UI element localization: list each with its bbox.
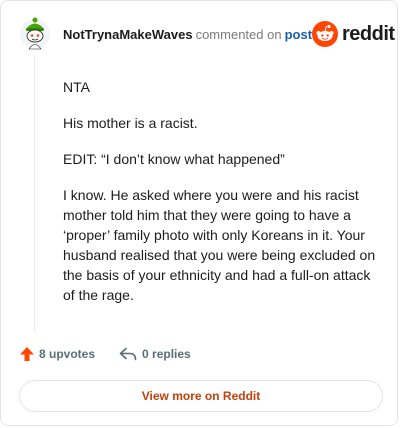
reply-count: 0 replies <box>142 347 191 361</box>
reply-arrow-icon <box>119 347 137 361</box>
reddit-wordmark: reddit <box>342 22 395 45</box>
user-avatar[interactable] <box>19 16 51 50</box>
upvote-count: 8 upvotes <box>39 347 96 361</box>
comment-paragraph: NTA <box>63 79 90 95</box>
post-link[interactable]: post <box>285 27 312 42</box>
comment-action-text: commented on <box>195 27 282 42</box>
comment-footer: 8 upvotes 0 replies <box>19 346 191 362</box>
reply-button[interactable]: 0 replies <box>119 347 191 361</box>
reddit-snoo-icon <box>312 21 338 47</box>
thread-line <box>34 55 35 331</box>
upvote-arrow-icon <box>20 347 34 361</box>
view-more-on-reddit-button[interactable]: View more on Reddit <box>19 380 383 412</box>
comment-card: NotTrynaMakeWaves commented on post reddit… <box>0 0 398 426</box>
comment-header: NotTrynaMakeWaves commented on post <box>63 27 312 43</box>
view-more-label: View more on Reddit <box>141 389 261 403</box>
reddit-logo[interactable]: reddit <box>312 21 395 47</box>
upvote-button[interactable]: 8 upvotes <box>19 346 95 362</box>
comment-paragraph: His mother is a racist. <box>63 115 198 131</box>
comment-paragraph: I know. He asked where you were and his … <box>63 187 376 303</box>
comment-paragraph: EDIT: “I don’t know what happened” <box>63 151 285 167</box>
comment-body: NTA His mother is a racist. EDIT: “I don… <box>63 77 385 321</box>
author-username[interactable]: NotTrynaMakeWaves <box>63 27 193 42</box>
